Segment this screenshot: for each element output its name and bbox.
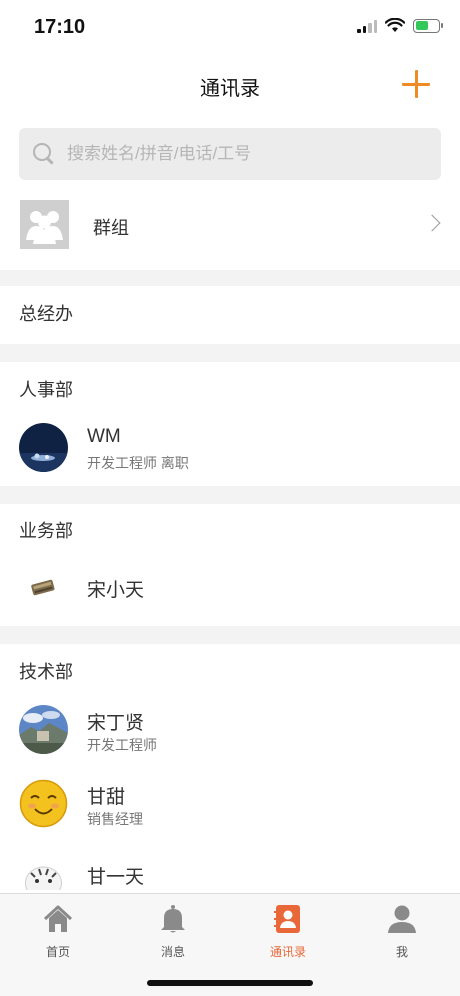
contact-title: 销售经理 xyxy=(87,811,143,827)
contact-row[interactable]: 甘一天 xyxy=(0,848,460,890)
tab-label: 通讯录 xyxy=(269,945,306,959)
bell-icon xyxy=(161,905,185,933)
tab-contacts[interactable]: 通讯录 xyxy=(248,904,328,960)
search-input[interactable] xyxy=(67,144,407,164)
tab-me[interactable]: 我 xyxy=(362,904,442,960)
contact-title: 开发工程师 xyxy=(87,737,157,753)
contact-name: WM xyxy=(87,426,121,447)
tab-label: 消息 xyxy=(160,945,185,959)
contact-row[interactable]: 宋小天 xyxy=(0,557,460,617)
status-icons xyxy=(357,18,443,33)
contact-row[interactable]: 宋丁贤 开发工程师 xyxy=(0,700,460,760)
status-time: 17:10 xyxy=(34,16,86,38)
contact-row[interactable]: 甘甜 销售经理 xyxy=(0,774,460,834)
contact-name: 宋丁贤 xyxy=(87,713,145,734)
battery-icon xyxy=(413,18,443,33)
department-header: 总经办 xyxy=(19,304,73,324)
tab-messages[interactable]: 消息 xyxy=(133,904,213,960)
tab-label: 我 xyxy=(395,945,408,959)
page-title: 通讯录 xyxy=(200,78,260,100)
person-icon xyxy=(388,905,416,933)
department-header: 业务部 xyxy=(19,521,73,541)
contact-title: 开发工程师 离职 xyxy=(87,455,189,471)
search-bar[interactable] xyxy=(19,128,441,180)
contact-row[interactable]: WM 开发工程师 离职 xyxy=(0,418,460,478)
chevron-right-icon xyxy=(423,214,441,232)
search-icon xyxy=(33,143,55,165)
avatar xyxy=(19,779,68,828)
tab-home[interactable]: 首页 xyxy=(18,904,98,960)
section-divider xyxy=(0,344,460,362)
avatar xyxy=(19,423,68,472)
avatar xyxy=(19,705,68,754)
home-indicator xyxy=(147,980,313,986)
section-divider xyxy=(0,270,460,286)
nav-bar: 通讯录 xyxy=(0,54,460,116)
avatar xyxy=(19,562,68,611)
department-header: 人事部 xyxy=(19,380,73,400)
group-people-icon xyxy=(20,200,69,249)
home-icon xyxy=(43,905,73,932)
group-row[interactable]: 群组 xyxy=(0,198,460,256)
cellular-signal-icon xyxy=(357,19,377,33)
section-divider xyxy=(0,486,460,504)
group-avatar xyxy=(20,200,69,249)
plus-icon[interactable] xyxy=(402,70,430,98)
section-divider xyxy=(0,626,460,644)
contact-name: 甘一天 xyxy=(87,867,145,888)
department-header: 技术部 xyxy=(19,662,73,682)
contact-name: 甘甜 xyxy=(87,787,126,808)
group-label: 群组 xyxy=(93,218,129,238)
tab-label: 首页 xyxy=(45,945,70,959)
avatar xyxy=(19,853,68,890)
status-bar: 17:10 xyxy=(0,0,460,54)
wifi-icon xyxy=(385,18,405,32)
contact-name: 宋小天 xyxy=(87,580,145,601)
contacts-icon xyxy=(274,905,300,933)
